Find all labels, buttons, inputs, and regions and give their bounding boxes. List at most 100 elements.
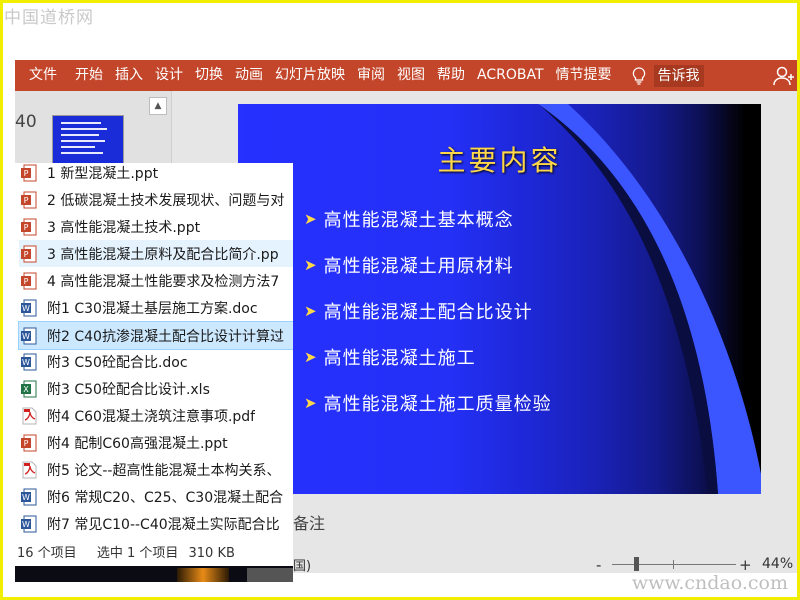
taskbar-app-icon[interactable] xyxy=(247,568,293,582)
zoom-slider-track[interactable] xyxy=(612,564,736,565)
slide-title: 主要内容 xyxy=(437,144,562,177)
slide-bullet-list: ➤ 高性能混凝土基本概念 ➤ 高性能混凝土用原材料 ➤ 高性能混凝土配合比设计 ➤ 高性… xyxy=(304,196,552,426)
watermark-bottom: www.cndao.com xyxy=(631,572,788,594)
thumbnail-slide-number: 40 xyxy=(15,112,37,132)
file-name: 附4 C60混凝土浇筑注意事项.pdf xyxy=(47,408,256,425)
zoom-percentage[interactable]: 44% xyxy=(762,556,793,572)
file-list-item[interactable]: P 1 新型混凝土.ppt xyxy=(19,163,293,186)
zoom-slider-center-mark xyxy=(673,560,674,569)
ppt-file-icon: P xyxy=(21,272,37,290)
pdf-file-icon xyxy=(21,461,37,479)
file-name: 4 高性能混凝土性能要求及检测方法7 xyxy=(47,273,280,290)
tab-file[interactable]: 文件 xyxy=(15,60,69,91)
taskbar-strip xyxy=(15,566,293,582)
file-list-item[interactable]: P 2 低碳混凝土技术发展现状、问题与对 xyxy=(19,186,293,213)
file-name: 2 低碳混凝土技术发展现状、问题与对 xyxy=(47,192,285,209)
share-user-icon[interactable] xyxy=(772,64,796,88)
watermark-top: 中国道桥网 xyxy=(4,8,94,28)
tab-insert[interactable]: 插入 xyxy=(109,60,149,91)
svg-text:P: P xyxy=(24,169,29,178)
file-name: 附5 论文--超高性能混凝土本构关系、 xyxy=(47,462,281,479)
svg-text:W: W xyxy=(22,304,30,313)
ppt-file-icon: P xyxy=(21,191,37,209)
file-list-item[interactable]: W 附1 C30混凝土基层施工方案.doc xyxy=(19,294,293,321)
file-name: 附3 C50砼配合比设计.xls xyxy=(47,381,210,398)
file-selected-count: 选中 1 个项目 xyxy=(96,546,179,561)
tab-help[interactable]: 帮助 xyxy=(431,60,471,91)
slide-canvas[interactable]: 主要内容 ➤ 高性能混凝土基本概念 ➤ 高性能混凝土用原材料 ➤ 高性能混凝土配合比设… xyxy=(238,104,761,494)
svg-text:P: P xyxy=(24,196,29,205)
svg-text:P: P xyxy=(24,277,29,286)
bullet-arrow-icon: ➤ xyxy=(304,210,318,228)
file-explorer-panel: P 1 新型混凝土.ppt P 2 低碳混凝土技术发展现状、问题与对 P 3 高性能混凝土… xyxy=(15,163,293,566)
zoom-slider-handle[interactable] xyxy=(634,557,639,571)
ppt-file-icon: P xyxy=(21,164,37,182)
file-list-item[interactable]: W 附2 C40抗渗混凝土配合比设计计算过 xyxy=(18,321,293,350)
svg-text:W: W xyxy=(22,358,30,367)
word-file-icon: W xyxy=(21,327,37,345)
word-file-icon: W xyxy=(21,488,37,506)
file-name: 附3 C50砼配合比.doc xyxy=(47,354,188,371)
ppt-file-icon: P xyxy=(21,218,37,236)
tab-design[interactable]: 设计 xyxy=(149,60,189,91)
file-list-item[interactable]: W 附6 常规C20、C25、C30混凝土配合 xyxy=(19,483,293,510)
taskbar-app-icon[interactable] xyxy=(177,568,229,582)
tab-animations[interactable]: 动画 xyxy=(229,60,269,91)
thumbnail-scroll-up-button[interactable]: ▲ xyxy=(149,97,167,115)
status-language-fragment: 国) xyxy=(293,559,312,574)
word-file-icon: W xyxy=(21,353,37,371)
file-list-item[interactable]: P 3 高性能混凝土原料及配合比简介.pp xyxy=(19,240,293,267)
bullet-arrow-icon: ➤ xyxy=(304,394,318,412)
word-file-icon: W xyxy=(21,299,37,317)
svg-text:W: W xyxy=(22,493,30,502)
ppt-file-icon: P xyxy=(21,245,37,263)
excel-file-icon: X xyxy=(21,380,37,398)
lightbulb-icon[interactable] xyxy=(628,65,650,87)
svg-text:X: X xyxy=(23,385,29,394)
tab-transitions[interactable]: 切换 xyxy=(189,60,229,91)
file-name: 附6 常规C20、C25、C30混凝土配合 xyxy=(47,489,284,506)
file-list-item[interactable]: 附4 C60混凝土浇筑注意事项.pdf xyxy=(19,402,293,429)
slide-bullet: ➤ 高性能混凝土配合比设计 xyxy=(304,302,533,323)
tab-home[interactable]: 开始 xyxy=(69,60,109,91)
file-list-item[interactable]: P 附4 配制C60高强混凝土.ppt xyxy=(19,429,293,456)
file-status-bar: 16 个项目 选中 1 个项目 310 KB xyxy=(17,542,251,561)
file-list-item[interactable]: P 3 高性能混凝土技术.ppt xyxy=(19,213,293,240)
file-name: 附4 配制C60高强混凝土.ppt xyxy=(47,435,228,452)
svg-text:W: W xyxy=(22,520,30,529)
file-list-item[interactable]: 附5 论文--超高性能混凝土本构关系、 xyxy=(19,456,293,483)
file-selected-size: 310 KB xyxy=(188,546,235,561)
tab-view[interactable]: 视图 xyxy=(391,60,431,91)
tab-slideshow[interactable]: 幻灯片放映 xyxy=(269,60,351,91)
slide-bullet: ➤ 高性能混凝土施工 xyxy=(304,348,476,369)
file-list-item[interactable]: X 附3 C50砼配合比设计.xls xyxy=(19,375,293,402)
word-file-icon: W xyxy=(21,515,37,533)
svg-text:W: W xyxy=(22,332,30,341)
slide-bullet: ➤ 高性能混凝土施工质量检验 xyxy=(304,394,552,415)
file-name: 附1 C30混凝土基层施工方案.doc xyxy=(47,300,258,317)
file-name: 1 新型混凝土.ppt xyxy=(47,165,159,182)
file-name: 附7 常见C10--C40混凝土实际配合比 xyxy=(47,516,280,533)
file-list-item[interactable]: W 附7 常见C10--C40混凝土实际配合比 xyxy=(19,510,293,537)
file-list-item[interactable]: P 4 高性能混凝土性能要求及检测方法7 xyxy=(19,267,293,294)
ppt-file-icon: P xyxy=(21,434,37,452)
svg-text:P: P xyxy=(24,250,29,259)
tell-me-search[interactable]: 告诉我 xyxy=(653,64,704,87)
tab-acrobat[interactable]: ACROBAT xyxy=(471,60,550,91)
bullet-arrow-icon: ➤ xyxy=(304,256,318,274)
ribbon-tabs: 文件 开始 插入 设计 切换 动画 幻灯片放映 审阅 视图 帮助 ACROBAT… xyxy=(15,60,800,91)
svg-text:P: P xyxy=(24,223,29,232)
slide-thumbnail[interactable] xyxy=(52,115,124,167)
file-name: 3 高性能混凝土技术.ppt xyxy=(47,219,201,236)
file-name: 附2 C40抗渗混凝土配合比设计计算过 xyxy=(47,328,284,345)
bullet-arrow-icon: ➤ xyxy=(304,348,318,366)
bullet-arrow-icon: ➤ xyxy=(304,302,318,320)
notes-label[interactable]: 备注 xyxy=(293,510,325,534)
tab-storyboard[interactable]: 情节提要 xyxy=(550,60,618,91)
file-count: 16 个项目 xyxy=(17,546,77,561)
pdf-file-icon xyxy=(21,407,37,425)
tab-review[interactable]: 审阅 xyxy=(351,60,391,91)
slide-bullet: ➤ 高性能混凝土用原材料 xyxy=(304,256,514,277)
zoom-out-button[interactable]: - xyxy=(596,556,601,574)
file-list-item[interactable]: W 附3 C50砼配合比.doc xyxy=(19,348,293,375)
